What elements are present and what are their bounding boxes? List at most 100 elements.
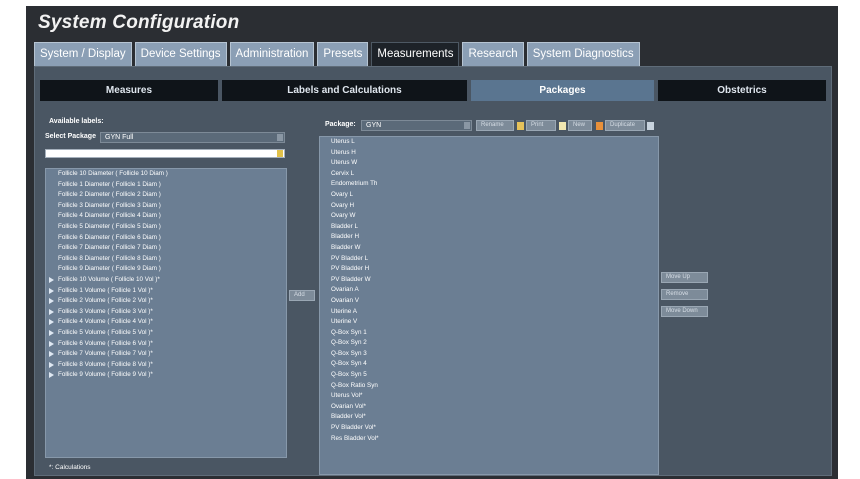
list-item[interactable]: Follicle 9 Diameter ( Follicle 9 Diam ) [46, 264, 286, 275]
list-item[interactable]: Follicle 10 Diameter ( Follicle 10 Diam … [46, 169, 286, 180]
list-item[interactable]: Follicle 2 Diameter ( Follicle 2 Diam ) [46, 190, 286, 201]
list-item[interactable]: Follicle 7 Diameter ( Follicle 7 Diam ) [46, 243, 286, 254]
subtab-packages[interactable]: Packages [471, 80, 654, 101]
list-item[interactable]: Q-Box Ratio Syn [320, 381, 658, 392]
print-button[interactable]: Print [526, 120, 556, 131]
list-item[interactable]: PV Bladder H [320, 264, 658, 275]
search-input[interactable] [45, 149, 285, 158]
list-item[interactable]: Follicle 5 Volume ( Follicle 5 Vol )* [46, 328, 286, 339]
list-item[interactable]: Follicle 10 Volume ( Follicle 10 Vol )* [46, 275, 286, 286]
list-item[interactable]: PV Bladder L [320, 254, 658, 265]
list-item[interactable]: Ovarian V [320, 296, 658, 307]
list-item[interactable]: Bladder Vol* [320, 412, 658, 423]
list-item[interactable]: Follicle 1 Diameter ( Follicle 1 Diam ) [46, 180, 286, 191]
select-package-dropdown[interactable]: GYN Full [100, 132, 285, 143]
list-item[interactable]: Follicle 3 Volume ( Follicle 3 Vol )* [46, 307, 286, 318]
list-item[interactable]: Follicle 4 Diameter ( Follicle 4 Diam ) [46, 211, 286, 222]
list-item[interactable]: Bladder W [320, 243, 658, 254]
expand-arrow-icon[interactable] [49, 308, 54, 315]
tab-system-diagnostics[interactable]: System Diagnostics [526, 42, 640, 66]
list-item[interactable]: Uterus W [320, 158, 658, 169]
list-item[interactable]: Ovary W [320, 211, 658, 222]
list-item[interactable]: Q-Box Syn 1 [320, 328, 658, 339]
page-title: System Configuration [38, 12, 240, 33]
duplicate-button[interactable]: Duplicate [605, 120, 645, 131]
tab-presets[interactable]: Presets [317, 42, 369, 66]
list-item[interactable]: Ovarian Vol* [320, 402, 658, 413]
subtab-labels-and-calculations[interactable]: Labels and Calculations [222, 80, 467, 101]
list-item[interactable]: PV Bladder W [320, 275, 658, 286]
expand-arrow-icon[interactable] [49, 319, 54, 326]
tab-measurements[interactable]: Measurements [371, 42, 460, 66]
list-item-label: Follicle 10 Volume ( Follicle 10 Vol )* [58, 275, 160, 283]
list-item[interactable]: Follicle 8 Volume ( Follicle 8 Vol )* [46, 360, 286, 371]
expand-arrow-icon[interactable] [49, 372, 54, 379]
expand-arrow-icon[interactable] [49, 351, 54, 358]
new-button[interactable]: New [568, 120, 592, 131]
list-item[interactable]: Follicle 8 Diameter ( Follicle 8 Diam ) [46, 254, 286, 265]
list-item[interactable]: Follicle 5 Diameter ( Follicle 5 Diam ) [46, 222, 286, 233]
list-item[interactable]: Uterine A [320, 307, 658, 318]
list-item-label: Follicle 6 Diameter ( Follicle 6 Diam ) [58, 233, 161, 241]
list-item[interactable]: Ovary L [320, 190, 658, 201]
list-item-label: Follicle 9 Volume ( Follicle 9 Vol )* [58, 371, 153, 379]
list-item[interactable]: PV Bladder Vol* [320, 423, 658, 434]
remove-button[interactable]: Remove [661, 289, 708, 300]
list-item[interactable]: Bladder L [320, 222, 658, 233]
list-item[interactable]: Follicle 4 Volume ( Follicle 4 Vol )* [46, 317, 286, 328]
list-item-label: Follicle 3 Volume ( Follicle 3 Vol )* [58, 307, 153, 315]
chevron-down-icon [277, 134, 283, 141]
expand-arrow-icon[interactable] [49, 287, 54, 294]
expand-arrow-icon[interactable] [49, 340, 54, 347]
list-item[interactable]: Q-Box Syn 3 [320, 349, 658, 360]
list-item[interactable]: Res Bladder Vol* [320, 434, 658, 445]
available-labels-list[interactable]: Follicle 10 Diameter ( Follicle 10 Diam … [45, 168, 287, 458]
list-item[interactable]: Follicle 3 Diameter ( Follicle 3 Diam ) [46, 201, 286, 212]
print-icon [517, 122, 524, 130]
list-item-label: Follicle 8 Diameter ( Follicle 8 Diam ) [58, 254, 161, 262]
list-item[interactable]: Q-Box Syn 5 [320, 370, 658, 381]
list-item[interactable]: Follicle 9 Volume ( Follicle 9 Vol )* [46, 370, 286, 381]
subtab-obstetrics[interactable]: Obstetrics [658, 80, 826, 101]
list-item[interactable]: Q-Box Syn 2 [320, 338, 658, 349]
list-item[interactable]: Q-Box Syn 4 [320, 359, 658, 370]
list-item[interactable]: Uterus H [320, 148, 658, 159]
move-down-button[interactable]: Move Down [661, 306, 708, 317]
main-tabs: System / Display Device Settings Adminis… [34, 42, 643, 66]
list-item[interactable]: Follicle 2 Volume ( Follicle 2 Vol )* [46, 296, 286, 307]
list-item[interactable]: Ovary H [320, 201, 658, 212]
package-label: Package: [325, 121, 356, 128]
list-item-label: Follicle 7 Volume ( Follicle 7 Vol )* [58, 350, 153, 358]
list-item-label: Follicle 4 Diameter ( Follicle 4 Diam ) [58, 212, 161, 220]
tab-device-settings[interactable]: Device Settings [134, 42, 227, 66]
expand-arrow-icon[interactable] [49, 298, 54, 305]
list-item[interactable]: Uterus L [320, 137, 658, 148]
package-measurements-list[interactable]: Uterus L Uterus H Uterus W Cervix L Endometr… [319, 136, 659, 475]
list-item-label: Follicle 5 Diameter ( Follicle 5 Diam ) [58, 222, 161, 230]
list-item[interactable]: Uterus Vol* [320, 391, 658, 402]
list-item-label: Follicle 7 Diameter ( Follicle 7 Diam ) [58, 244, 161, 252]
move-up-button[interactable]: Move Up [661, 272, 708, 283]
tab-system-display[interactable]: System / Display [34, 42, 132, 66]
list-item-label: Follicle 2 Volume ( Follicle 2 Vol )* [58, 297, 153, 305]
add-button[interactable]: Add [289, 290, 315, 301]
expand-arrow-icon[interactable] [49, 276, 54, 283]
list-item[interactable]: Follicle 6 Diameter ( Follicle 6 Diam ) [46, 233, 286, 244]
list-item[interactable]: Bladder H [320, 232, 658, 243]
list-item[interactable]: Follicle 6 Volume ( Follicle 6 Vol )* [46, 339, 286, 350]
expand-arrow-icon[interactable] [49, 361, 54, 368]
list-item[interactable]: Endometrium Th [320, 179, 658, 190]
list-item[interactable]: Uterine V [320, 317, 658, 328]
list-item[interactable]: Follicle 1 Volume ( Follicle 1 Vol )* [46, 286, 286, 297]
list-item[interactable]: Ovarian A [320, 285, 658, 296]
list-item[interactable]: Cervix L [320, 169, 658, 180]
list-item[interactable]: Follicle 7 Volume ( Follicle 7 Vol )* [46, 349, 286, 360]
expand-arrow-icon[interactable] [49, 329, 54, 336]
tab-research[interactable]: Research [462, 42, 524, 66]
rename-button[interactable]: Rename [476, 120, 514, 131]
package-dropdown[interactable]: GYN [361, 120, 472, 131]
calculations-footnote: *: Calculations [49, 464, 91, 471]
subtab-measures[interactable]: Measures [40, 80, 218, 101]
sub-tabs: Measures Labels and Calculations Package… [40, 80, 826, 101]
tab-administration[interactable]: Administration [229, 42, 315, 66]
